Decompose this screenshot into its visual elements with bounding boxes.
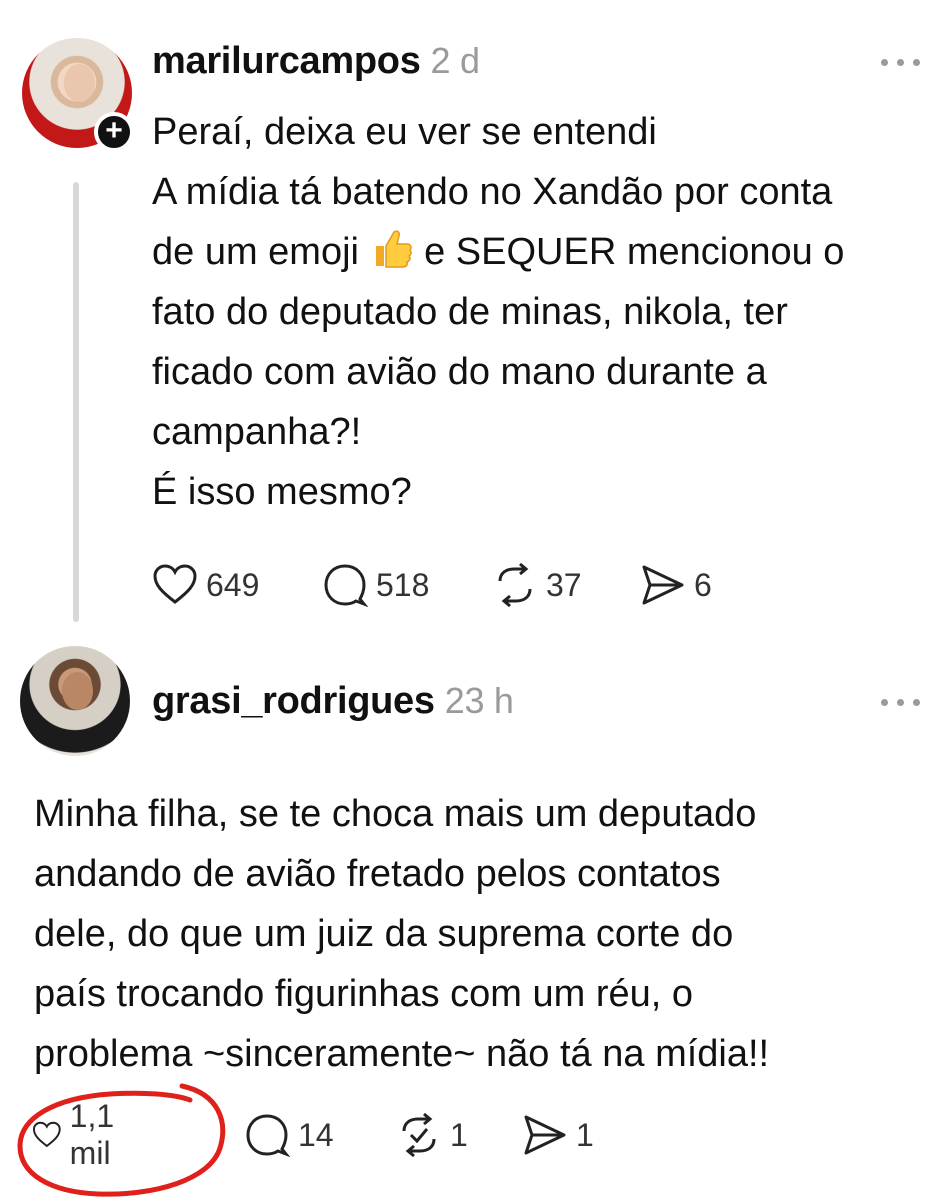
repost-icon xyxy=(498,563,532,607)
reply-count: 518 xyxy=(376,566,430,603)
avatar-face xyxy=(63,64,95,102)
more-icon[interactable] xyxy=(881,696,921,710)
reply-button[interactable]: 518 xyxy=(322,560,429,610)
thumbs-up-emoji-icon xyxy=(375,230,412,268)
avatar-face xyxy=(61,672,93,710)
reply-count: 14 xyxy=(298,1116,334,1153)
share-icon xyxy=(524,1115,566,1155)
like-count: 1,1 mil xyxy=(69,1098,115,1171)
post-text: Peraí, deixa eu ver se entendi A mídia t… xyxy=(152,102,932,522)
like-button[interactable]: 1,1 mil xyxy=(32,1098,130,1171)
repost-count: 37 xyxy=(546,566,582,603)
thread-post-1: + marilurcampos 2 d Peraí, deixa eu ver s… xyxy=(0,0,943,640)
username[interactable]: grasi_rodrigues 23 h xyxy=(152,680,514,723)
post-text: Minha filha, se te choca mais um deputad… xyxy=(34,793,770,1075)
heart-icon xyxy=(32,1121,61,1148)
username-label: grasi_rodrigues xyxy=(152,680,435,722)
post-time: 2 d xyxy=(430,40,480,81)
share-button[interactable]: 6 xyxy=(640,560,712,610)
avatar[interactable] xyxy=(20,646,130,756)
post-time: 23 h xyxy=(444,680,514,721)
more-icon[interactable] xyxy=(881,56,921,70)
repost-icon xyxy=(402,1113,436,1157)
thread-post-2: grasi_rodrigues 23 h Minha filha, se te c… xyxy=(0,640,943,1200)
share-button[interactable]: 1 xyxy=(522,1110,594,1160)
thread-connector-line xyxy=(73,182,79,622)
share-icon xyxy=(642,565,684,605)
like-count: 649 xyxy=(206,566,260,603)
like-button[interactable]: 649 xyxy=(152,560,259,610)
share-count: 6 xyxy=(694,566,712,603)
comment-icon xyxy=(324,564,368,607)
repost-count: 1 xyxy=(450,1116,468,1153)
comment-icon xyxy=(246,1114,290,1157)
repost-button[interactable]: 37 xyxy=(492,560,582,610)
reply-button[interactable]: 14 xyxy=(244,1110,334,1160)
post-text-part-2: e SEQUER mencionou o fato do deputado de… xyxy=(152,231,845,513)
follow-plus-icon[interactable]: + xyxy=(94,112,134,152)
username-label: marilurcampos xyxy=(152,40,421,82)
heart-icon xyxy=(153,564,197,604)
repost-button[interactable]: 1 xyxy=(396,1110,468,1160)
username[interactable]: marilurcampos 2 d xyxy=(152,40,480,83)
share-count: 1 xyxy=(576,1116,594,1153)
